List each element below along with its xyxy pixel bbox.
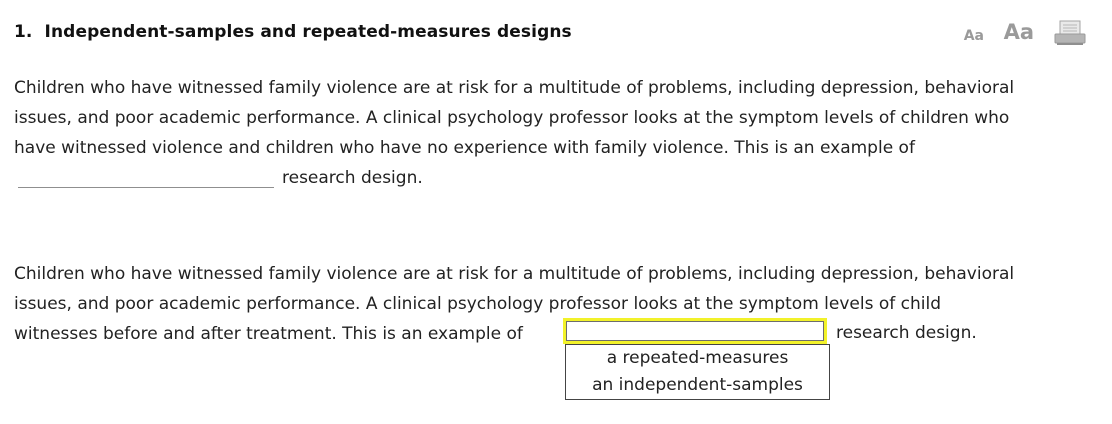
printer-icon[interactable] bbox=[1054, 20, 1086, 46]
question-title: 1. Independent-samples and repeated-meas… bbox=[14, 22, 572, 42]
question-number: 1. bbox=[14, 22, 33, 42]
question-header: 1. Independent-samples and repeated-meas… bbox=[14, 20, 1098, 50]
answer-dropdown[interactable]: a repeated-measures an independent-sampl… bbox=[563, 318, 830, 400]
paragraph-line: Children who have witnessed family viole… bbox=[14, 264, 1015, 284]
decrease-font-button[interactable]: Aa bbox=[964, 28, 984, 44]
increase-font-button[interactable]: Aa bbox=[1004, 20, 1034, 44]
answer-select-value[interactable] bbox=[566, 321, 824, 341]
answer-select[interactable] bbox=[563, 318, 827, 344]
paragraph-line: issues, and poor academic performance. A… bbox=[14, 108, 1010, 128]
dropdown-option-repeated-measures[interactable]: a repeated-measures bbox=[566, 345, 829, 372]
paragraph-line: issues, and poor academic performance. A… bbox=[14, 294, 941, 314]
paragraph-line-suffix: research design. bbox=[836, 323, 977, 343]
question-title-text: Independent-samples and repeated-measure… bbox=[44, 22, 572, 42]
dropdown-options-list: a repeated-measures an independent-sampl… bbox=[565, 344, 830, 400]
dropdown-option-independent-samples[interactable]: an independent-samples bbox=[566, 372, 829, 399]
paragraph-line: Children who have witnessed family viole… bbox=[14, 78, 1015, 98]
answer-blank-field[interactable] bbox=[18, 167, 274, 188]
paragraph-line-suffix: research design. bbox=[282, 168, 423, 188]
paragraph-line: research design. bbox=[14, 163, 1084, 193]
question-paragraph-1: Children who have witnessed family viole… bbox=[14, 73, 1084, 193]
paragraph-line: have witnessed violence and children who… bbox=[14, 138, 915, 158]
